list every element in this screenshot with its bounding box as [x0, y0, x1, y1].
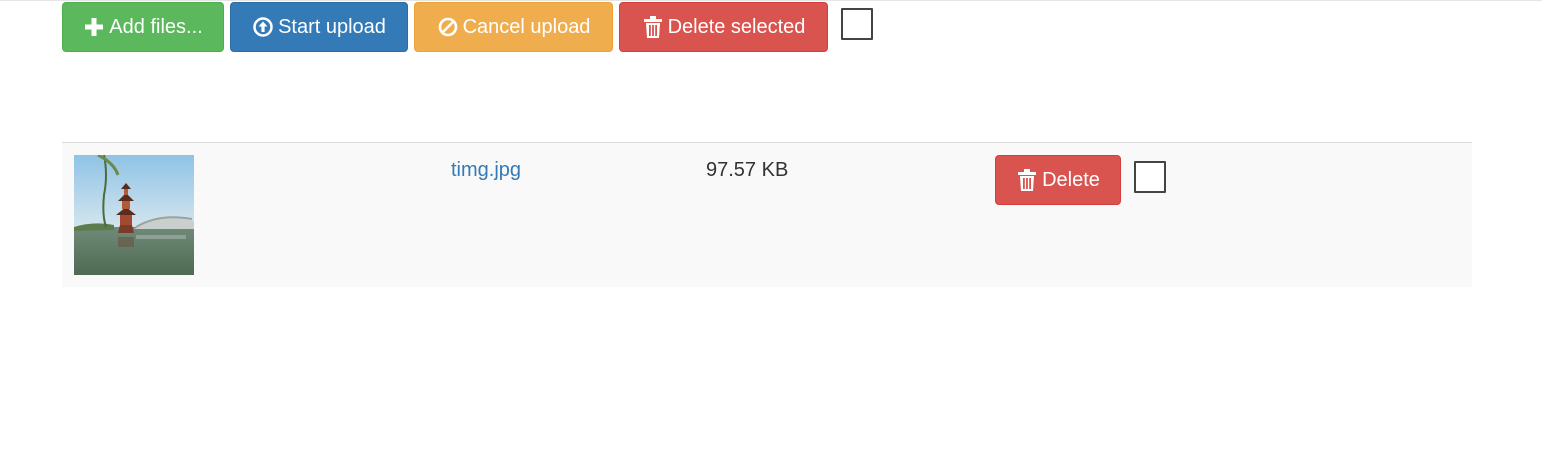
cancel-upload-label: Cancel upload — [462, 15, 591, 38]
upload-toolbar: Add files... Start upload Cancel upload … — [62, 2, 873, 52]
add-files-button[interactable]: Add files... — [62, 2, 224, 52]
start-upload-button[interactable]: Start upload — [230, 2, 408, 52]
add-files-label: Add files... — [109, 15, 203, 38]
circle-arrow-up-icon — [252, 16, 274, 38]
file-size: 97.57 KB — [706, 159, 789, 181]
delete-selected-button[interactable]: Delete selected — [619, 2, 828, 52]
row-select-checkbox[interactable] — [1134, 161, 1166, 193]
delete-label: Delete — [1042, 168, 1100, 191]
start-upload-label: Start upload — [278, 15, 386, 38]
top-divider — [0, 0, 1542, 1]
files-table: timg.jpg 97.57 KB Delete — [62, 142, 1472, 287]
row-actions: Delete — [995, 155, 1166, 205]
select-all-checkbox[interactable] — [841, 8, 873, 40]
trash-icon — [1016, 169, 1038, 191]
delete-selected-label: Delete selected — [667, 15, 806, 38]
file-name-link[interactable]: timg.jpg — [451, 159, 521, 182]
cancel-upload-button[interactable]: Cancel upload — [414, 2, 613, 52]
delete-button[interactable]: Delete — [995, 155, 1121, 205]
ban-circle-icon — [437, 16, 459, 38]
plus-icon — [83, 16, 105, 38]
file-thumbnail[interactable] — [74, 155, 194, 275]
trash-icon — [642, 16, 664, 38]
table-row: timg.jpg 97.57 KB Delete — [62, 143, 1472, 287]
